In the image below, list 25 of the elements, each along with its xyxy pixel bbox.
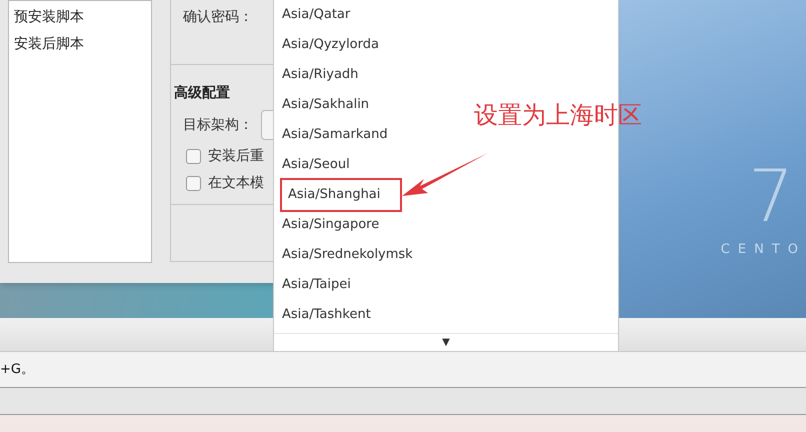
timezone-option[interactable]: Asia/Taipei <box>282 275 351 295</box>
logo-number: 7 <box>748 160 795 232</box>
timezone-option[interactable]: Asia/Singapore <box>282 215 380 235</box>
logo-text: CENTO <box>720 241 806 259</box>
annotation-text: 设置为上海时区 <box>474 103 642 127</box>
checkbox-label: 在文本模 <box>208 174 264 193</box>
status-text: +G。 <box>0 360 34 379</box>
timezone-option[interactable]: Asia/Qyzylorda <box>282 35 379 55</box>
timezone-option[interactable]: Asia/Seoul <box>282 155 350 175</box>
confirm-password-label: 确认密码： <box>183 9 253 25</box>
timezone-option[interactable]: Asia/Qatar <box>282 5 350 25</box>
timezone-option[interactable]: Asia/Sakhalin <box>282 95 370 115</box>
script-list-item[interactable]: 预安装脚本 <box>14 7 84 28</box>
checkbox-label: 安装后重 <box>208 147 264 166</box>
target-arch-label: 目标架构： <box>183 116 253 134</box>
checkbox[interactable] <box>186 149 201 164</box>
timezone-option[interactable]: Asia/Shanghai <box>280 178 402 212</box>
scroll-down-arrow[interactable]: ▼ <box>442 338 450 348</box>
checkbox[interactable] <box>186 176 201 191</box>
timezone-option[interactable]: Asia/Srednekolymsk <box>282 245 413 265</box>
timezone-option[interactable]: Asia/Samarkand <box>282 125 388 145</box>
timezone-option[interactable]: Asia/Tashkent <box>282 305 371 325</box>
advanced-section-title: 高级配置 <box>174 84 230 103</box>
script-list-item[interactable]: 安装后脚本 <box>14 34 84 55</box>
timezone-option[interactable]: Asia/Riyadh <box>282 65 358 85</box>
